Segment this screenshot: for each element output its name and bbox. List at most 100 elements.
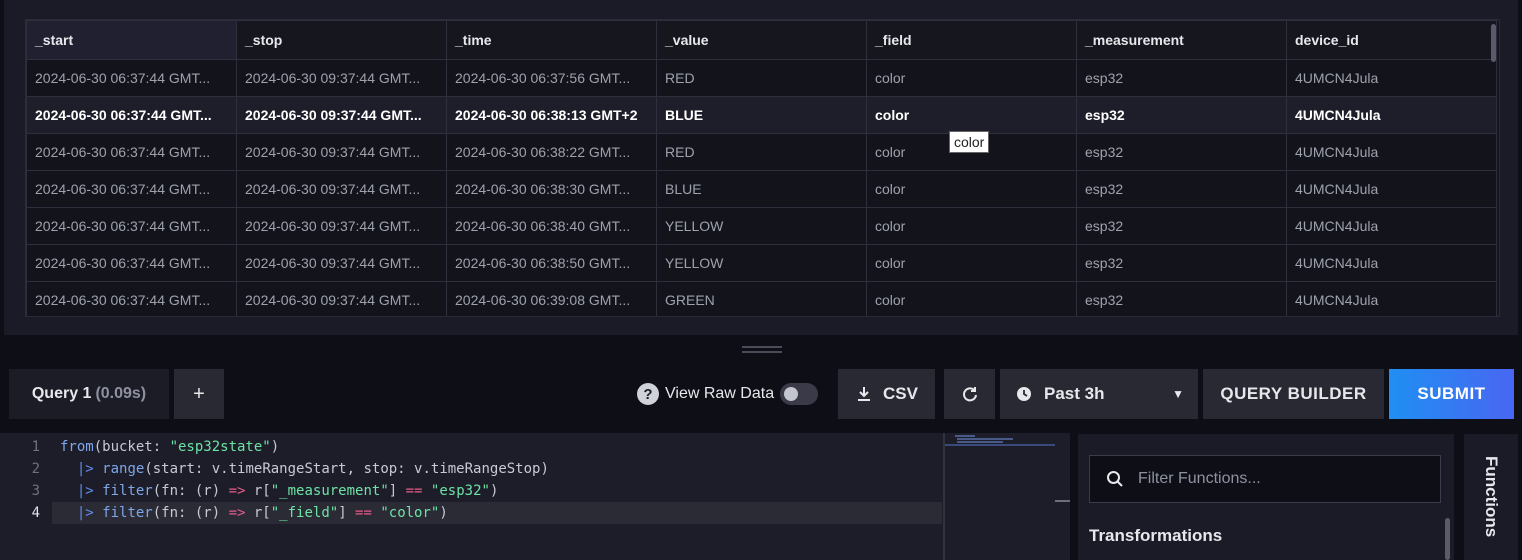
functions-tab[interactable]: Functions [1464,434,1518,560]
code-line[interactable]: from(bucket: "esp32state") [60,436,279,458]
code-token: r[ [245,483,271,499]
refresh-button[interactable] [944,369,995,419]
table-cell: 2024-06-30 09:37:44 GMT... [236,59,447,97]
resize-handle-line[interactable] [742,346,782,348]
table-cell: esp32 [1076,207,1287,245]
code-line[interactable]: |> filter(fn: (r) => r["_measurement"] =… [60,480,499,502]
minimap-line [955,435,975,437]
csv-download-button[interactable]: CSV [838,369,935,419]
query-builder-button[interactable]: QUERY BUILDER [1203,369,1384,419]
function-search-box[interactable] [1089,455,1441,503]
table-row: 2024-06-30 06:37:44 GMT... 2024-06-30 09… [26,281,1497,316]
search-icon [1107,471,1123,487]
time-range-dropdown[interactable]: Past 3h ▼ [1000,369,1198,419]
column-header-device-id[interactable]: device_id [1286,20,1497,60]
table-row: 2024-06-30 06:37:44 GMT... 2024-06-30 09… [26,244,1497,282]
code-token: ) [270,439,280,455]
code-line[interactable]: |> range(start: v.timeRangeStart, stop: … [60,458,549,480]
table-cell: 4UMCN4Jula [1286,207,1497,245]
code-token: "color" [380,505,440,521]
table-cell: 2024-06-30 09:37:44 GMT... [236,170,447,208]
table-cell: 2024-06-30 06:38:30 GMT... [446,170,657,208]
view-raw-data-control: ? View Raw Data [637,381,819,407]
functions-tab-label: Functions [1482,456,1501,538]
code-token: (fn: (r) [152,483,229,499]
query-editor[interactable]: 1 2 3 4 from(bucket: "esp32state") |> ra… [0,433,1070,560]
table-cell: esp32 [1076,133,1287,171]
table-cell: esp32 [1076,281,1287,316]
csv-label: CSV [883,384,918,403]
table-cell: color [866,96,1077,134]
table-cell: 2024-06-30 06:37:44 GMT... [26,207,237,245]
table-cell: 2024-06-30 06:38:22 GMT... [446,133,657,171]
table-cell: RED [656,59,867,97]
table-row: 2024-06-30 06:37:44 GMT... 2024-06-30 09… [26,170,1497,208]
functions-section-title: Transformations [1089,526,1223,545]
table-scrollbar[interactable] [1491,24,1496,62]
code-token: |> [76,505,94,521]
minimap-line [957,438,1013,440]
table-cell: 2024-06-30 06:37:44 GMT... [26,59,237,97]
table-cell: 2024-06-30 09:37:44 GMT... [236,207,447,245]
table-row: 2024-06-30 06:37:44 GMT... 2024-06-30 09… [26,59,1497,97]
table-cell: 4UMCN4Jula [1286,96,1497,134]
minimap-line [957,441,1003,443]
function-search-input[interactable] [1136,469,1430,489]
toggle-knob [784,387,799,401]
column-header-value[interactable]: _value [656,20,867,60]
line-number: 2 [31,461,40,477]
code-token: filter [102,483,153,499]
table-cell: 2024-06-30 06:38:50 GMT... [446,244,657,282]
table-cell: 2024-06-30 06:37:44 GMT... [26,170,237,208]
table-cell: color [866,281,1077,316]
caret-down-icon: ▼ [1172,387,1184,401]
table-row: 2024-06-30 06:37:44 GMT... 2024-06-30 09… [26,133,1497,171]
table-cell: 4UMCN4Jula [1286,133,1497,171]
column-header-field[interactable]: _field [866,20,1077,60]
results-table: _start _stop _time _value _field _measur… [25,19,1500,317]
code-line[interactable]: |> filter(fn: (r) => r["_field"] == "col… [60,502,448,524]
code-token: r[ [245,505,271,521]
resize-handle-line[interactable] [742,351,782,353]
table-cell: 2024-06-30 06:37:56 GMT... [446,59,657,97]
table-cell: esp32 [1076,170,1287,208]
functions-scrollbar[interactable] [1445,518,1450,560]
line-number: 3 [31,483,40,499]
column-header-stop[interactable]: _stop [236,20,447,60]
column-header-start[interactable]: _start [26,20,237,60]
table-row: 2024-06-30 06:37:44 GMT... 2024-06-30 09… [26,207,1497,245]
table-cell: 4UMCN4Jula [1286,244,1497,282]
table-cell: 2024-06-30 06:39:08 GMT... [446,281,657,316]
code-token: ) [439,505,448,521]
table-cell: GREEN [656,281,867,316]
table-cell: 2024-06-30 09:37:44 GMT... [236,281,447,316]
query-tab[interactable]: Query 1 (0.09s) [9,369,169,419]
table-cell: BLUE [656,96,867,134]
refresh-icon [962,387,977,402]
time-range-label: Past 3h [1044,384,1105,403]
table-row-hovered: 2024-06-30 06:37:44 GMT... 2024-06-30 09… [26,96,1497,134]
table-cell: 4UMCN4Jula [1286,59,1497,97]
code-token: |> [76,483,94,499]
table-cell: 2024-06-30 09:37:44 GMT... [236,133,447,171]
submit-button[interactable]: SUBMIT [1389,369,1514,419]
column-header-time[interactable]: _time [446,20,657,60]
table-cell: esp32 [1076,59,1287,97]
code-minimap[interactable] [943,433,1057,560]
table-cell: 2024-06-30 06:37:44 GMT... [26,96,237,134]
code-token: (bucket: [93,439,170,455]
code-token: (fn: (r) [152,505,229,521]
editor-scrollbar[interactable] [1055,500,1070,502]
add-query-button[interactable]: + [174,369,224,419]
code-token: |> [76,461,94,477]
view-raw-data-toggle[interactable] [780,383,819,405]
table-cell: color [866,170,1077,208]
table-cell: color [866,244,1077,282]
code-token: ) [489,483,499,499]
help-icon[interactable]: ? [637,383,659,405]
column-header-measurement[interactable]: _measurement [1076,20,1287,60]
